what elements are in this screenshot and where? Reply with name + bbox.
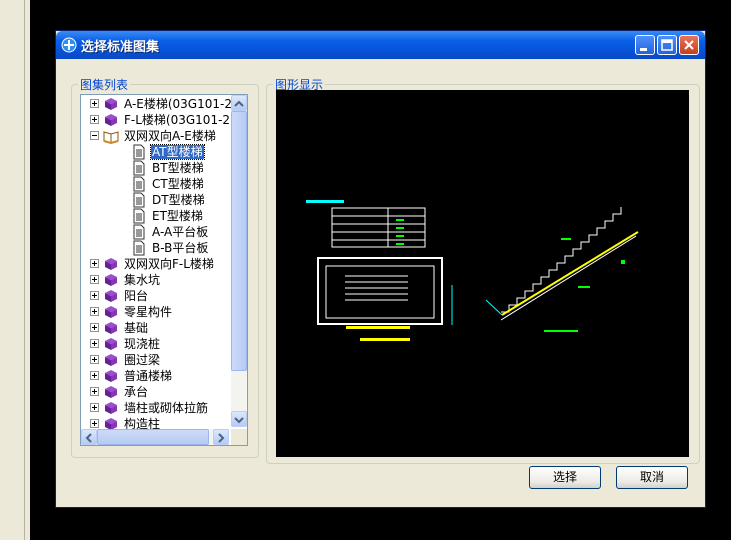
book-icon: [103, 384, 119, 400]
tree-item-label: CT型楼梯: [152, 177, 204, 191]
tree-item-label: 圈过梁: [124, 353, 161, 367]
tree-item-label: F-L楼梯(03G101-2): [124, 113, 235, 127]
chevron-down-icon: [234, 417, 244, 424]
expand-icon[interactable]: [90, 387, 99, 396]
tree-item-label: ET型楼梯: [152, 209, 203, 223]
app-icon: [61, 37, 77, 53]
expand-icon[interactable]: [90, 291, 99, 300]
close-icon: [684, 40, 694, 50]
expand-icon[interactable]: [90, 403, 99, 412]
expand-icon[interactable]: [90, 307, 99, 316]
tree-item-label: 阳台: [124, 289, 149, 303]
tree-item-label: 零星构件: [124, 305, 173, 319]
document-icon: [131, 192, 147, 208]
tree-item-label: 双网双向A-E楼梯: [124, 129, 216, 143]
book-icon: [103, 288, 119, 304]
chevron-up-icon: [234, 100, 244, 107]
collapse-icon[interactable]: [90, 131, 99, 140]
tree-item-label: 普通楼梯: [124, 369, 173, 383]
tree-item-label: DT型楼梯: [152, 193, 205, 207]
tree-item-label: 承台: [124, 385, 149, 399]
book-icon: [103, 336, 119, 352]
cancel-button[interactable]: 取消: [616, 466, 688, 489]
close-button[interactable]: [679, 35, 699, 55]
maximize-icon: [661, 39, 673, 51]
tree-item-label: BT型楼梯: [152, 161, 204, 175]
title-bar[interactable]: 选择标准图集: [56, 31, 705, 59]
document-icon: [131, 176, 147, 192]
chevron-right-icon: [218, 433, 225, 443]
minimize-icon: [640, 48, 647, 51]
tree-item-label: 集水坑: [124, 273, 161, 287]
book-icon: [103, 96, 119, 112]
vertical-scrollbar[interactable]: [231, 95, 247, 427]
tree-item-label: 墙柱或砌体拉筋: [124, 401, 209, 415]
book-icon: [103, 400, 119, 416]
expand-icon[interactable]: [90, 323, 99, 332]
document-icon: [131, 144, 147, 160]
expand-icon[interactable]: [90, 115, 99, 124]
background-window-edge: [0, 0, 30, 540]
expand-icon[interactable]: [90, 355, 99, 364]
expand-icon[interactable]: [90, 339, 99, 348]
parameter-table: [331, 207, 426, 248]
horizontal-scroll-thumb[interactable]: [97, 429, 209, 445]
book-icon: [103, 368, 119, 384]
expand-icon[interactable]: [90, 275, 99, 284]
window-title: 选择标准图集: [81, 40, 160, 55]
scrollbar-corner: [231, 429, 247, 445]
expand-icon[interactable]: [90, 99, 99, 108]
document-icon: [131, 208, 147, 224]
atlas-list-legend: 图集列表: [80, 78, 129, 92]
drawing-preview: [276, 90, 689, 457]
expand-icon[interactable]: [90, 259, 99, 268]
book-icon: [103, 304, 119, 320]
stair-drawing: [306, 200, 639, 341]
expand-icon[interactable]: [90, 371, 99, 380]
tree-item-label: 双网双向F-L楼梯: [124, 257, 214, 271]
document-icon: [131, 224, 147, 240]
atlas-tree[interactable]: A-E楼梯(03G101-2) F-L楼梯(03G101-2) 双网双向A-E楼梯 A…: [80, 94, 248, 446]
open-book-icon: [103, 128, 119, 145]
tree-item-label: A-A平台板: [152, 225, 209, 239]
scroll-left-button[interactable]: [81, 429, 97, 445]
select-button[interactable]: 选择: [529, 466, 601, 489]
tree-item-label: B-B平台板: [152, 241, 209, 255]
document-icon: [131, 240, 147, 256]
tree-item-label: A-E楼梯(03G101-2): [124, 97, 237, 111]
scroll-up-button[interactable]: [231, 95, 247, 111]
scroll-right-button[interactable]: [213, 429, 229, 445]
tree-item-label: 基础: [124, 321, 149, 335]
chevron-left-icon: [85, 433, 92, 443]
tree-item-label: AT型楼梯: [150, 144, 205, 160]
book-icon: [103, 272, 119, 288]
title-note: [306, 200, 344, 203]
book-icon: [103, 256, 119, 272]
book-icon: [103, 112, 119, 128]
vertical-scroll-thumb[interactable]: [231, 111, 247, 371]
minimize-button[interactable]: [635, 35, 655, 55]
document-icon: [131, 160, 147, 176]
horizontal-scrollbar[interactable]: [81, 429, 229, 445]
book-icon: [103, 320, 119, 336]
tree-item-label: 现浇桩: [124, 337, 161, 351]
stair-plan: [317, 257, 443, 325]
scroll-down-button[interactable]: [231, 411, 247, 427]
book-icon: [103, 352, 119, 368]
expand-icon[interactable]: [90, 419, 99, 428]
maximize-button[interactable]: [657, 35, 677, 55]
